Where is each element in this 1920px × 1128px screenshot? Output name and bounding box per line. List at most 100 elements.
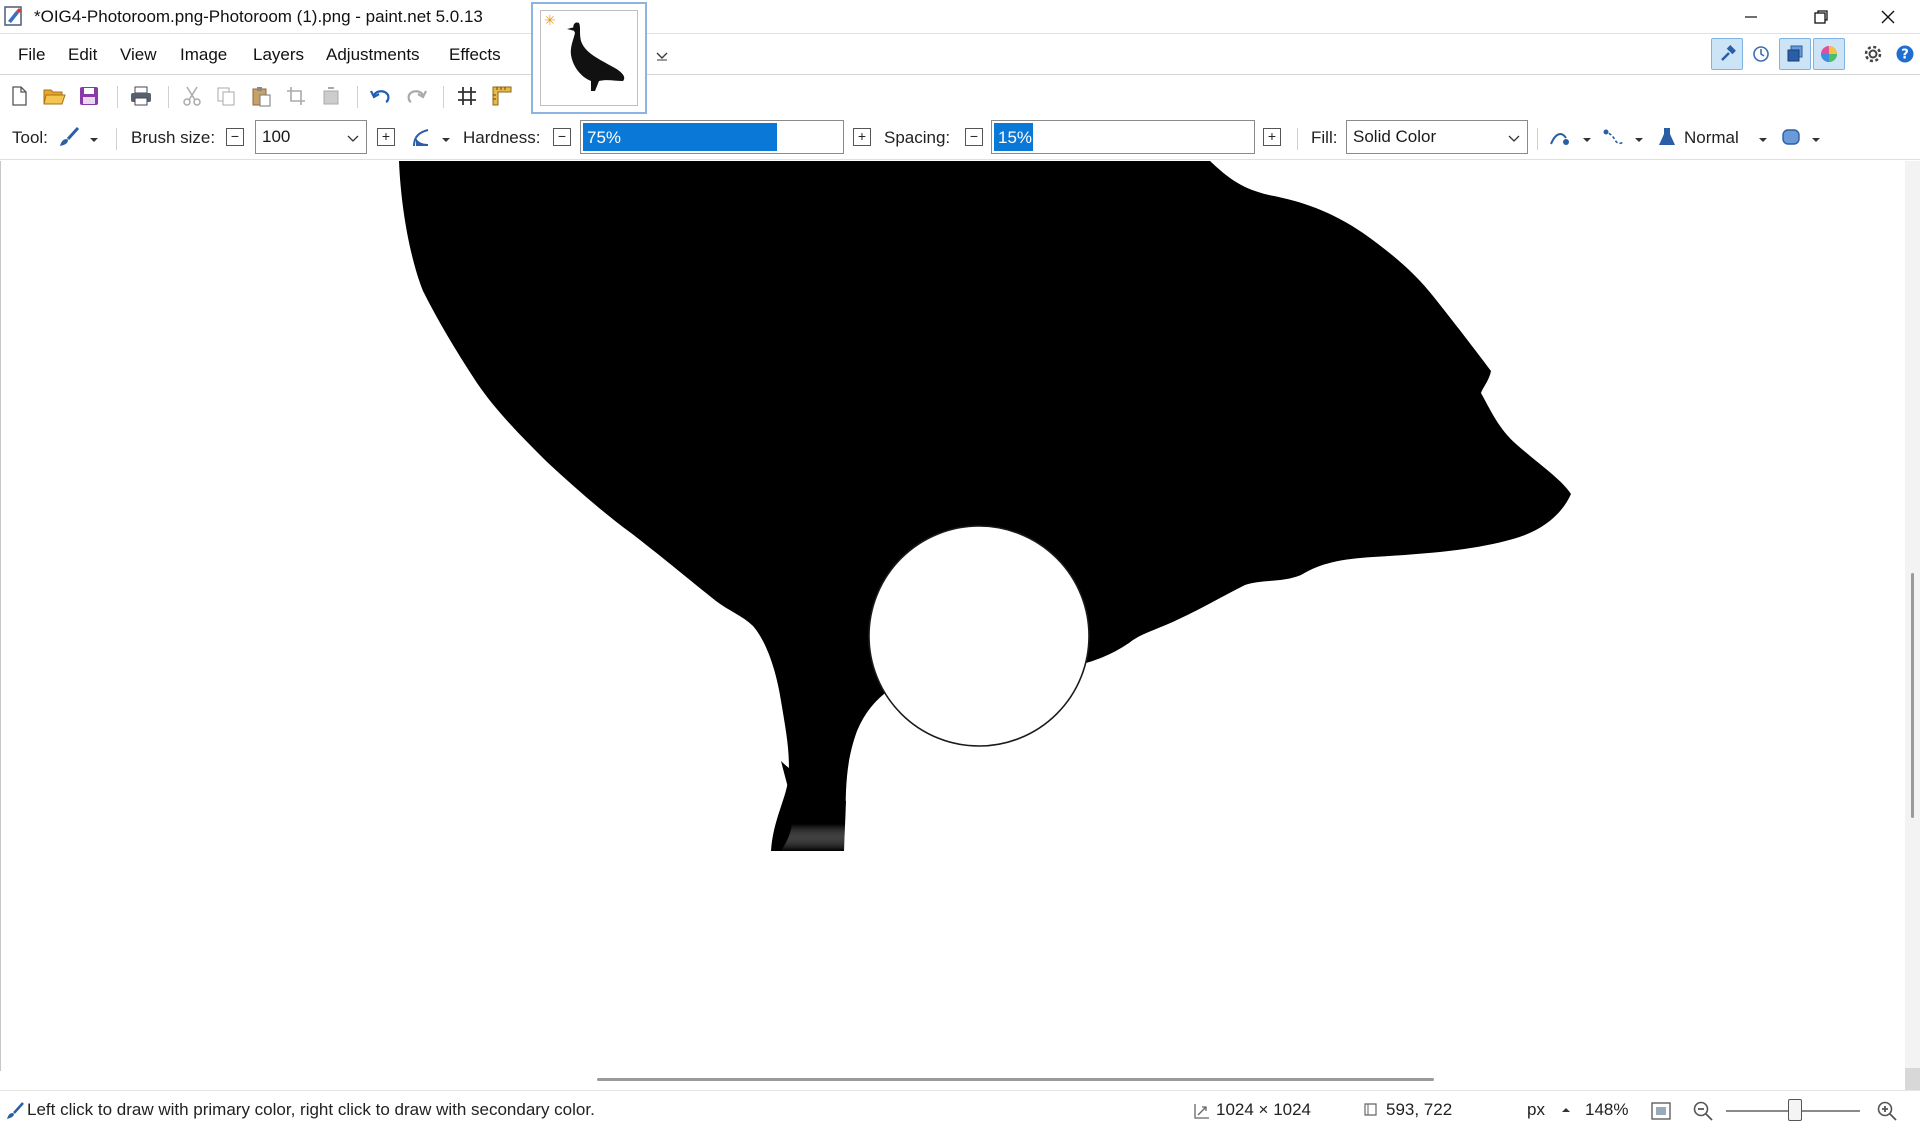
minimize-button[interactable] bbox=[1716, 0, 1786, 34]
new-icon bbox=[12, 86, 27, 106]
horizontal-scroll-thumb[interactable] bbox=[597, 1078, 1434, 1081]
zoom-to-window-icon[interactable] bbox=[1650, 1100, 1672, 1122]
antialias-dropdown-icon[interactable] bbox=[441, 135, 451, 145]
tools-panel-button[interactable] bbox=[1711, 38, 1743, 70]
toggle-rulers-button[interactable] bbox=[489, 83, 515, 109]
menu-view[interactable]: View bbox=[120, 45, 157, 65]
pen-pressure-icon bbox=[1550, 133, 1569, 145]
scrollbar-corner bbox=[1905, 1068, 1920, 1090]
paste-button[interactable] bbox=[248, 83, 274, 109]
svg-text:?: ? bbox=[1901, 48, 1909, 63]
open-button[interactable] bbox=[41, 83, 67, 109]
save-button[interactable] bbox=[76, 83, 102, 109]
units-dropdown-icon[interactable] bbox=[1561, 1105, 1571, 1115]
zoom-level-readout[interactable]: 148% bbox=[1585, 1100, 1628, 1120]
brush-cursor-outline bbox=[868, 525, 1090, 747]
hardness-slider[interactable]: 75% bbox=[580, 120, 844, 154]
colors-panel-button[interactable] bbox=[1813, 38, 1845, 70]
menu-layers[interactable]: Layers bbox=[253, 45, 304, 65]
open-icon bbox=[43, 89, 66, 105]
spacing-slider[interactable]: 15% bbox=[991, 120, 1255, 154]
toolbar-separator bbox=[443, 86, 444, 108]
close-icon bbox=[1881, 10, 1895, 24]
pressure-size-button[interactable] bbox=[1547, 124, 1573, 150]
fill-label: Fill: bbox=[1311, 128, 1338, 147]
blend-mode-dropdown-icon[interactable] bbox=[1758, 135, 1768, 145]
zoom-out-icon[interactable] bbox=[1692, 1100, 1714, 1122]
hardness-increase-button[interactable]: + bbox=[853, 128, 871, 146]
tool-dropdown-icon[interactable] bbox=[89, 135, 99, 145]
optbar-separator bbox=[116, 128, 117, 150]
chevron-down-icon bbox=[347, 135, 359, 142]
close-button[interactable] bbox=[1856, 0, 1920, 34]
menu-effects[interactable]: Effects bbox=[449, 45, 501, 65]
hardness-decrease-button[interactable]: − bbox=[553, 128, 571, 146]
help-icon: ? bbox=[1896, 45, 1914, 63]
restore-button[interactable] bbox=[1786, 0, 1856, 34]
help-button[interactable]: ? bbox=[1889, 38, 1920, 70]
vertical-scroll-thumb[interactable] bbox=[1911, 573, 1914, 818]
selection-clip-icon bbox=[1782, 129, 1800, 145]
zoom-slider-thumb[interactable] bbox=[1788, 1099, 1802, 1121]
units-selector[interactable]: px bbox=[1527, 1100, 1545, 1120]
flask-icon bbox=[1659, 128, 1675, 145]
antialias-toggle-button[interactable] bbox=[408, 124, 434, 150]
antialiasing-icon bbox=[413, 129, 429, 147]
hardness-label: Hardness: bbox=[463, 128, 541, 147]
print-button[interactable] bbox=[128, 83, 154, 109]
hardness-value: 75% bbox=[587, 128, 622, 147]
status-bar: Left click to draw with primary color, r… bbox=[0, 1090, 1920, 1128]
selection-clipping-dropdown-icon[interactable] bbox=[1811, 135, 1821, 145]
new-image-button[interactable] bbox=[6, 83, 32, 109]
pressure-opacity-dropdown-icon[interactable] bbox=[1634, 135, 1644, 145]
menu-adjustments[interactable]: Adjustments bbox=[326, 45, 420, 65]
undo-button[interactable] bbox=[368, 83, 394, 109]
tab-list-dropdown-icon[interactable] bbox=[654, 48, 670, 64]
menu-image[interactable]: Image bbox=[180, 45, 227, 65]
spacing-increase-button[interactable]: + bbox=[1263, 128, 1281, 146]
history-panel-button[interactable] bbox=[1745, 38, 1777, 70]
selection-clipping-button[interactable] bbox=[1778, 124, 1804, 150]
menu-file[interactable]: File bbox=[18, 45, 45, 65]
pressure-size-dropdown-icon[interactable] bbox=[1582, 135, 1592, 145]
layers-panel-button[interactable] bbox=[1779, 38, 1811, 70]
brush-size-decrease-button[interactable]: − bbox=[226, 128, 244, 146]
canvas-image bbox=[399, 161, 1571, 851]
toolbar-separator bbox=[357, 86, 358, 108]
color-wheel-icon bbox=[1821, 46, 1837, 62]
thumbnail-preview: ✳ bbox=[540, 10, 638, 106]
deselect-button[interactable] bbox=[318, 83, 344, 109]
grid-icon bbox=[458, 87, 476, 105]
spacing-label: Spacing: bbox=[884, 128, 951, 147]
crop-to-selection-button[interactable] bbox=[283, 83, 309, 109]
title-bar: *OIG4-Photoroom.png-Photoroom (1).png - … bbox=[0, 0, 1920, 34]
layers-icon bbox=[1787, 45, 1803, 62]
gear-icon bbox=[1864, 45, 1882, 63]
vertical-scrollbar[interactable] bbox=[1905, 161, 1920, 1071]
pressure-opacity-button[interactable] bbox=[1600, 124, 1626, 150]
copy-button[interactable] bbox=[213, 83, 239, 109]
restore-icon bbox=[1814, 10, 1828, 24]
paintnet-app-icon bbox=[4, 6, 22, 26]
history-icon bbox=[1753, 46, 1769, 62]
image-size-readout: 1024 × 1024 bbox=[1216, 1100, 1312, 1119]
minimize-icon bbox=[1745, 16, 1757, 18]
tool-selector-button[interactable] bbox=[56, 124, 82, 150]
settings-button[interactable] bbox=[1857, 38, 1889, 70]
chevron-down-icon bbox=[1508, 135, 1520, 142]
redo-button[interactable] bbox=[403, 83, 429, 109]
blend-mode-value[interactable]: Normal bbox=[1684, 128, 1739, 148]
toolbar-separator bbox=[117, 86, 118, 108]
menu-edit[interactable]: Edit bbox=[68, 45, 97, 65]
zoom-in-icon[interactable] bbox=[1876, 1100, 1898, 1122]
save-icon bbox=[80, 87, 98, 105]
fill-mode-select[interactable]: Solid Color bbox=[1346, 120, 1528, 154]
cut-button[interactable] bbox=[179, 83, 205, 109]
brush-size-increase-button[interactable]: + bbox=[377, 128, 395, 146]
spacing-decrease-button[interactable]: − bbox=[965, 128, 983, 146]
toggle-grid-button[interactable] bbox=[454, 83, 480, 109]
image-tab-thumbnail[interactable]: ✳ bbox=[531, 2, 647, 114]
brush-size-label: Brush size: bbox=[131, 128, 216, 147]
image-canvas[interactable] bbox=[0, 161, 1905, 1071]
brush-size-combobox[interactable]: 100 bbox=[255, 120, 367, 154]
